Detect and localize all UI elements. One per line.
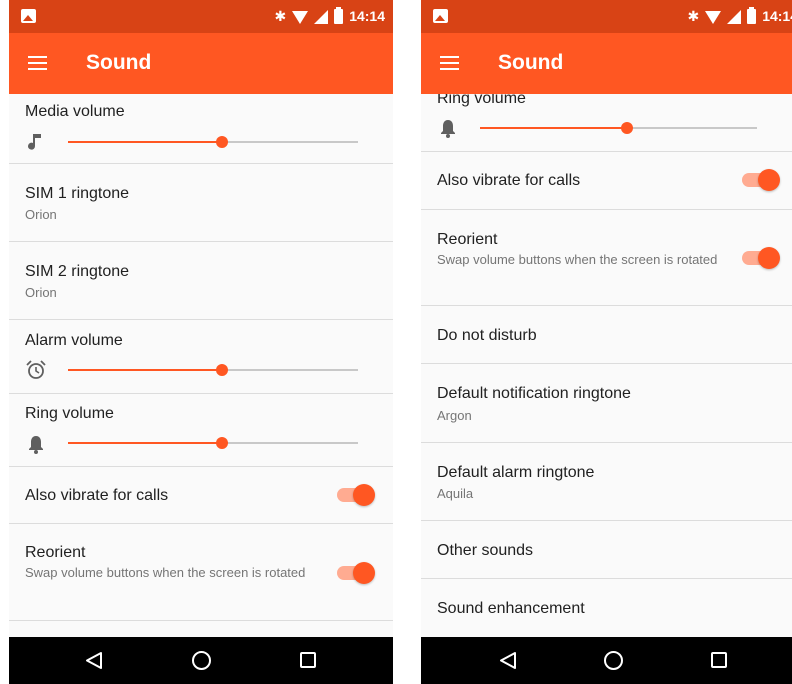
sound-enhancement-setting[interactable]: Sound enhancement — [421, 579, 792, 637]
sim2-ringtone-setting[interactable]: SIM 2 ringtone Orion — [9, 242, 393, 320]
home-icon[interactable] — [604, 651, 623, 670]
reorient-setting[interactable]: Reorient Swap volume buttons when the sc… — [421, 210, 792, 306]
default-alarm-ringtone-title: Default alarm ringtone — [437, 464, 595, 481]
bluetooth-icon: ✱ — [687, 8, 700, 24]
page-title: Sound — [86, 51, 152, 74]
ring-volume-slider[interactable] — [480, 121, 757, 135]
sound-enhancement-title: Sound enhancement — [437, 600, 585, 617]
media-volume-setting: Media volume — [9, 94, 393, 164]
home-icon[interactable] — [192, 651, 211, 670]
hamburger-menu-icon[interactable] — [28, 56, 47, 70]
reorient-switch[interactable] — [337, 562, 375, 584]
sim2-ringtone-value: Orion — [25, 285, 57, 300]
default-notification-ringtone-title: Default notification ringtone — [437, 385, 631, 402]
hamburger-menu-icon[interactable] — [440, 56, 459, 70]
recents-icon[interactable] — [711, 652, 727, 668]
recents-icon[interactable] — [300, 652, 316, 668]
do-not-disturb-title: Do not disturb — [437, 327, 537, 344]
app-toolbar: Sound — [9, 33, 393, 94]
reorient-summary: Swap volume buttons when the screen is r… — [437, 252, 718, 267]
right-screen: ✱ 14:14 Sound Ring volume — [421, 0, 792, 684]
sim2-ringtone-title: SIM 2 ringtone — [25, 263, 130, 280]
alarm-volume-label: Alarm volume — [25, 332, 123, 349]
status-bar: ✱ 14:14 — [9, 0, 393, 33]
slider-thumb[interactable] — [215, 136, 228, 148]
slider-thumb[interactable] — [215, 437, 228, 449]
back-icon[interactable] — [499, 651, 517, 670]
vibrate-for-calls-title: Also vibrate for calls — [25, 487, 169, 504]
status-time: 14:14 — [762, 8, 792, 24]
settings-list[interactable]: Ring volume Also vibrate for calls Reori… — [421, 94, 792, 637]
ring-volume-label: Ring volume — [437, 94, 526, 107]
signal-icon — [727, 9, 742, 24]
gallery-icon — [21, 9, 36, 23]
reorient-setting[interactable]: Reorient Swap volume buttons when the sc… — [9, 524, 393, 621]
default-notification-ringtone-value: Argon — [437, 408, 472, 423]
bell-icon — [25, 433, 47, 455]
vibrate-for-calls-setting[interactable]: Also vibrate for calls — [421, 152, 792, 210]
reorient-summary: Swap volume buttons when the screen is r… — [25, 565, 306, 580]
navigation-bar — [9, 637, 393, 684]
bluetooth-icon: ✱ — [274, 8, 287, 24]
vibrate-for-calls-setting[interactable]: Also vibrate for calls — [9, 467, 393, 524]
vibrate-for-calls-switch[interactable] — [337, 484, 375, 506]
gallery-icon — [433, 9, 448, 23]
slider-thumb[interactable] — [620, 122, 633, 134]
page-title: Sound — [498, 51, 564, 74]
status-bar: ✱ 14:14 — [421, 0, 792, 33]
slider-thumb[interactable] — [215, 364, 228, 376]
do-not-disturb-setting[interactable]: Do not disturb — [421, 306, 792, 364]
default-alarm-ringtone-value: Aquila — [437, 486, 474, 501]
other-sounds-title: Other sounds — [437, 542, 534, 559]
navigation-bar — [421, 637, 792, 684]
app-toolbar: Sound — [421, 33, 792, 94]
default-alarm-ringtone-setting[interactable]: Default alarm ringtone Aquila — [421, 443, 792, 521]
status-time: 14:14 — [349, 8, 385, 24]
reorient-switch[interactable] — [742, 247, 780, 269]
sim1-ringtone-value: Orion — [25, 207, 57, 222]
media-volume-slider[interactable] — [68, 135, 358, 149]
media-volume-label: Media volume — [25, 103, 125, 120]
sim1-ringtone-setting[interactable]: SIM 1 ringtone Orion — [9, 164, 393, 242]
vibrate-for-calls-switch[interactable] — [742, 169, 780, 191]
signal-icon — [314, 9, 329, 24]
left-screen: ✱ 14:14 Sound Media volume SIM 1 rington… — [9, 0, 393, 684]
battery-icon — [334, 7, 344, 24]
wifi-icon — [705, 11, 722, 24]
back-icon[interactable] — [85, 651, 103, 670]
ring-volume-label: Ring volume — [25, 405, 114, 422]
sim1-ringtone-title: SIM 1 ringtone — [25, 185, 130, 202]
reorient-title: Reorient — [25, 544, 86, 561]
alarm-volume-setting: Alarm volume — [9, 320, 393, 394]
alarm-volume-slider[interactable] — [68, 363, 358, 377]
bell-icon — [437, 117, 459, 139]
default-notification-ringtone-setting[interactable]: Default notification ringtone Argon — [421, 364, 792, 443]
reorient-title: Reorient — [437, 231, 498, 248]
music-note-icon — [25, 131, 47, 153]
alarm-clock-icon — [25, 359, 47, 381]
battery-icon — [747, 7, 757, 24]
settings-list[interactable]: Media volume SIM 1 ringtone Orion SIM 2 … — [9, 94, 393, 637]
wifi-icon — [292, 11, 309, 24]
vibrate-for-calls-title: Also vibrate for calls — [437, 172, 581, 189]
ring-volume-setting: Ring volume — [421, 94, 792, 152]
ring-volume-slider[interactable] — [68, 436, 358, 450]
other-sounds-setting[interactable]: Other sounds — [421, 521, 792, 579]
ring-volume-setting: Ring volume — [9, 394, 393, 467]
